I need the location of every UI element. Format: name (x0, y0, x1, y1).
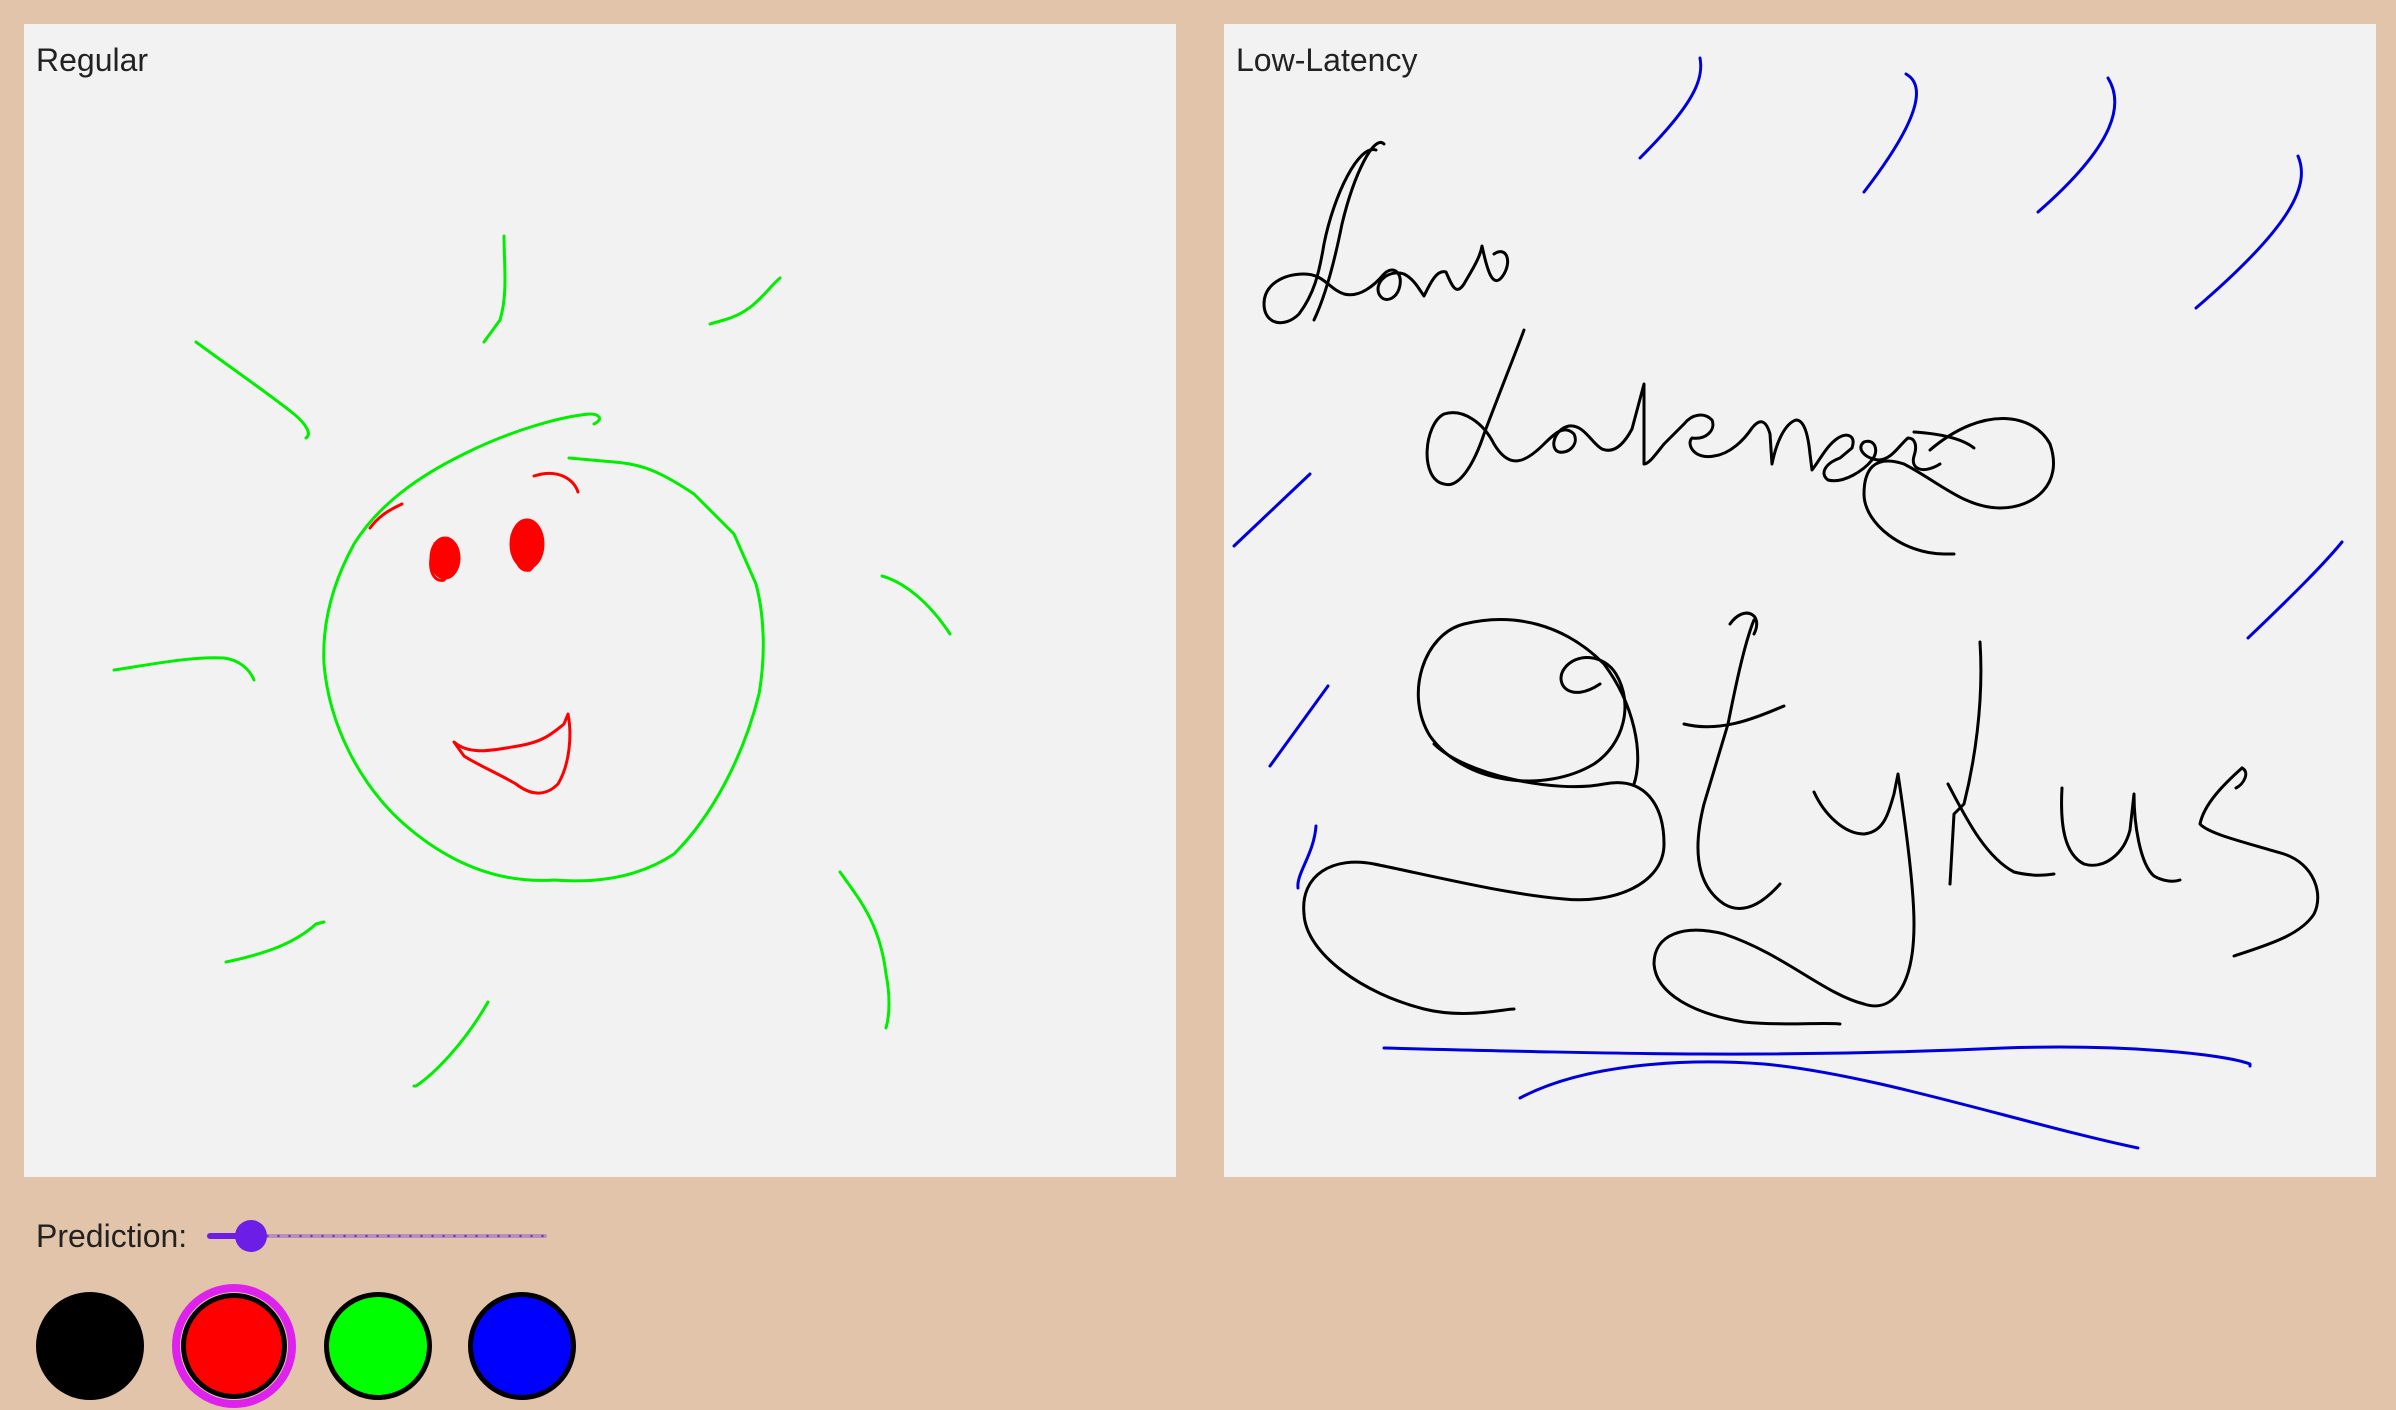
low-latency-drawing (1232, 56, 2344, 1150)
color-swatch-fill (468, 1292, 576, 1400)
blue-rain-stroke (2194, 154, 2303, 310)
handwriting-latency-stroke (1425, 328, 1942, 487)
sun-ray-stroke (412, 1000, 490, 1088)
sun-ray-stroke (482, 234, 507, 344)
handwriting-low-stroke (1262, 148, 1510, 325)
handwriting-stylus-stroke (1948, 640, 1983, 886)
sun-outline-stroke (322, 412, 765, 883)
sun-outline-top-stroke (588, 412, 601, 426)
handwriting-stylus-stroke (2060, 786, 2182, 883)
handwriting-stylus-stroke (1416, 618, 1640, 786)
handwriting-stylus-stroke (1682, 704, 1786, 729)
blue-rain-stroke (2036, 76, 2117, 214)
right-eyebrow-stroke (532, 471, 580, 494)
sun-ray-stroke (194, 340, 310, 440)
smile-stroke (452, 712, 572, 795)
handwriting-stylus-stroke (1696, 618, 1782, 910)
color-swatch-green[interactable] (316, 1284, 440, 1408)
handwriting-stylus-stroke (1946, 782, 2056, 877)
sun-ray-stroke (112, 656, 256, 682)
sun-ray-stroke (224, 920, 326, 964)
low-latency-canvas[interactable]: Low-Latency (1224, 24, 2376, 1177)
blue-rain-stroke (2246, 540, 2344, 640)
color-swatch-fill (324, 1292, 432, 1400)
color-swatch-fill (36, 1292, 144, 1400)
handwriting-stylus-stroke (2198, 766, 2320, 958)
sun-ray-stroke (708, 276, 782, 326)
prediction-control: Prediction: (36, 1214, 548, 1258)
blue-wave-stroke (1518, 1060, 2140, 1150)
color-swatch-red[interactable] (172, 1284, 296, 1408)
left-eye-scribble (429, 536, 461, 582)
color-swatch-fill (181, 1293, 287, 1399)
blue-rain-stroke (1638, 56, 1703, 160)
color-swatch-black[interactable] (28, 1284, 152, 1408)
prediction-slider-thumb[interactable] (235, 1220, 268, 1252)
prediction-slider[interactable] (207, 1216, 548, 1256)
sun-ray-stroke (880, 574, 952, 636)
handwriting-stylus-stroke (1652, 772, 1916, 1026)
color-swatch-blue[interactable] (460, 1284, 584, 1408)
handwriting-stylus-stroke (1302, 742, 1666, 1015)
right-eye-scribble (509, 518, 545, 572)
color-palette (28, 1284, 604, 1408)
blue-rain-stroke (1862, 72, 1918, 194)
prediction-label: Prediction: (36, 1217, 188, 1254)
sun-ray-stroke (838, 870, 891, 1030)
regular-drawing (112, 234, 952, 1088)
blue-wave-stroke (1382, 1045, 2252, 1068)
blue-rain-stroke (1268, 684, 1330, 768)
app-root: Regular Low-Latency Prediction: (0, 0, 2396, 1410)
regular-canvas[interactable]: Regular (24, 24, 1176, 1177)
blue-rain-stroke (1232, 472, 1312, 548)
